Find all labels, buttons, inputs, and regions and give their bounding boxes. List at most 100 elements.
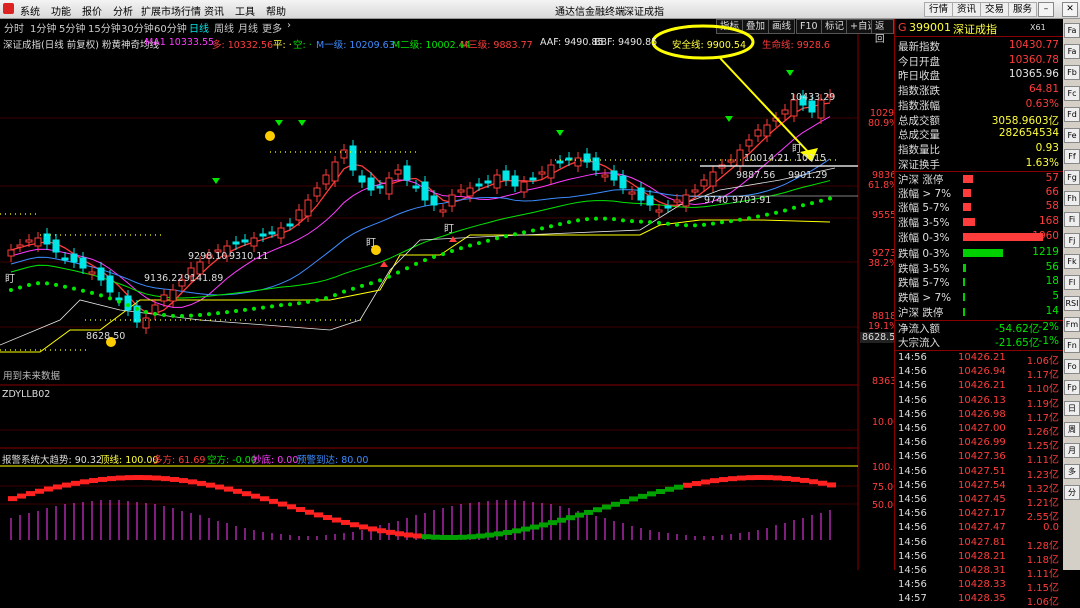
tick-row: 14:56 10427.45 1.21亿 bbox=[895, 494, 1063, 509]
toolbar-button[interactable]: Fa bbox=[1064, 23, 1080, 38]
dot-marker bbox=[693, 223, 697, 228]
toolbar-button[interactable]: Fm bbox=[1064, 317, 1080, 332]
dot-marker bbox=[756, 214, 760, 219]
tick-price: 10426.94 bbox=[958, 366, 1006, 378]
dot-marker bbox=[765, 212, 769, 217]
tick-price: 10427.54 bbox=[958, 479, 1006, 491]
dot-marker bbox=[225, 310, 229, 315]
breadth-down-row: 跌幅 3-5% 56 bbox=[895, 261, 1063, 276]
dot-marker bbox=[243, 307, 247, 312]
dot-marker bbox=[558, 222, 562, 227]
top-button-market[interactable]: 行情 bbox=[924, 2, 954, 17]
toolbar-button[interactable]: Fi bbox=[1064, 212, 1080, 227]
label-low3: 9136.22 bbox=[144, 273, 184, 284]
toolbar-button[interactable]: 周 bbox=[1064, 422, 1080, 437]
sub2-trend: 大趋势: 90.32 bbox=[40, 455, 102, 466]
tick-time: 14:57 bbox=[898, 593, 927, 605]
candle bbox=[754, 129, 762, 137]
trend-band bbox=[647, 491, 656, 497]
tick-volume: 1.10亿 bbox=[1026, 384, 1059, 396]
candle bbox=[268, 231, 276, 235]
dot-marker bbox=[549, 224, 553, 229]
toolbar-button[interactable]: Fj bbox=[1064, 233, 1080, 248]
breadth-bar bbox=[963, 278, 965, 287]
candle bbox=[511, 175, 519, 187]
candle bbox=[25, 239, 33, 243]
tick-time: 14:56 bbox=[898, 380, 927, 392]
trend-band bbox=[386, 529, 395, 535]
quote-row: 昨日收盘 10365.96 bbox=[895, 68, 1063, 83]
breadth-up-row: 涨幅 3-5% 168 bbox=[895, 215, 1063, 230]
candle bbox=[169, 289, 177, 302]
trend-band bbox=[143, 475, 152, 481]
top-button-info[interactable]: 资讯 bbox=[952, 2, 982, 17]
dot-marker bbox=[261, 305, 265, 310]
toolbar-button[interactable]: 多 bbox=[1064, 464, 1080, 479]
toolbar-button[interactable]: Fo bbox=[1064, 359, 1080, 374]
top-button-service[interactable]: 服务 bbox=[1008, 2, 1038, 17]
axis-9555: 9555 bbox=[872, 210, 897, 221]
kline-chart[interactable] bbox=[0, 0, 894, 570]
indicator-flat: 平: · bbox=[273, 40, 292, 51]
trend-band bbox=[701, 479, 710, 485]
candle bbox=[34, 237, 42, 247]
trend-band bbox=[575, 512, 584, 518]
top-button-trade[interactable]: 交易 bbox=[980, 2, 1010, 17]
dot-marker bbox=[396, 270, 400, 275]
toolbar-button[interactable]: Fc bbox=[1064, 86, 1080, 101]
dot-marker bbox=[729, 219, 733, 224]
toolbar-button[interactable]: Fp bbox=[1064, 380, 1080, 395]
breadth-value: 14 bbox=[1045, 304, 1059, 317]
close-button[interactable]: ✕ bbox=[1062, 2, 1078, 17]
toolbar-button[interactable]: Fa bbox=[1064, 44, 1080, 59]
minimize-button[interactable]: – bbox=[1038, 2, 1054, 17]
ding-mark: 盯 bbox=[366, 238, 376, 249]
toolbar-button[interactable]: Fe bbox=[1064, 128, 1080, 143]
dot-marker bbox=[63, 284, 67, 289]
toolbar-button[interactable]: Fl bbox=[1064, 275, 1080, 290]
tick-time: 14:56 bbox=[898, 465, 927, 477]
toolbar-button[interactable]: Fk bbox=[1064, 254, 1080, 269]
breadth-label: 跌幅 3-5% bbox=[898, 262, 950, 275]
candle bbox=[538, 171, 546, 175]
dot-marker bbox=[162, 313, 166, 318]
candle bbox=[250, 237, 258, 247]
breadth-label: 涨幅 0-3% bbox=[898, 231, 950, 244]
quote-label: 今日开盘 bbox=[898, 55, 940, 68]
trend-band bbox=[206, 482, 215, 488]
toolbar-button[interactable]: Fd bbox=[1064, 107, 1080, 122]
toolbar-button[interactable]: 月 bbox=[1064, 443, 1080, 458]
trend-band bbox=[809, 479, 818, 485]
toolbar-button[interactable]: Fn bbox=[1064, 338, 1080, 353]
dot-marker bbox=[108, 296, 112, 301]
toolbar-button[interactable]: 日 bbox=[1064, 401, 1080, 416]
tick-price: 10426.98 bbox=[958, 408, 1006, 420]
trend-band bbox=[296, 507, 305, 513]
trend-band bbox=[332, 517, 341, 523]
tick-volume: 1.06亿 bbox=[1026, 597, 1059, 608]
toolbar-button[interactable]: Fh bbox=[1064, 191, 1080, 206]
dot-marker bbox=[621, 218, 625, 223]
tick-price: 10426.13 bbox=[958, 394, 1006, 406]
toolbar-button[interactable]: 分 bbox=[1064, 485, 1080, 500]
toolbar-button[interactable]: RSI bbox=[1064, 296, 1080, 311]
candle bbox=[565, 157, 573, 161]
dot-marker bbox=[819, 198, 823, 203]
dot-marker bbox=[81, 288, 85, 293]
toolbar-button[interactable]: Fb bbox=[1064, 65, 1080, 80]
candle bbox=[556, 160, 564, 164]
candle bbox=[241, 239, 249, 243]
trend-band bbox=[35, 488, 44, 494]
tick-time: 14:56 bbox=[898, 408, 927, 420]
trend-band bbox=[548, 520, 557, 526]
toolbar-button[interactable]: Fg bbox=[1064, 170, 1080, 185]
trend-band bbox=[521, 526, 530, 532]
candle bbox=[466, 187, 474, 197]
candle bbox=[322, 174, 330, 185]
trend-band bbox=[683, 482, 692, 488]
dot-marker bbox=[288, 302, 292, 307]
trend-band bbox=[773, 475, 782, 481]
toolbar-button[interactable]: Ff bbox=[1064, 149, 1080, 164]
tick-volume: 2.55亿 bbox=[1026, 512, 1059, 524]
trend-band bbox=[611, 501, 620, 507]
